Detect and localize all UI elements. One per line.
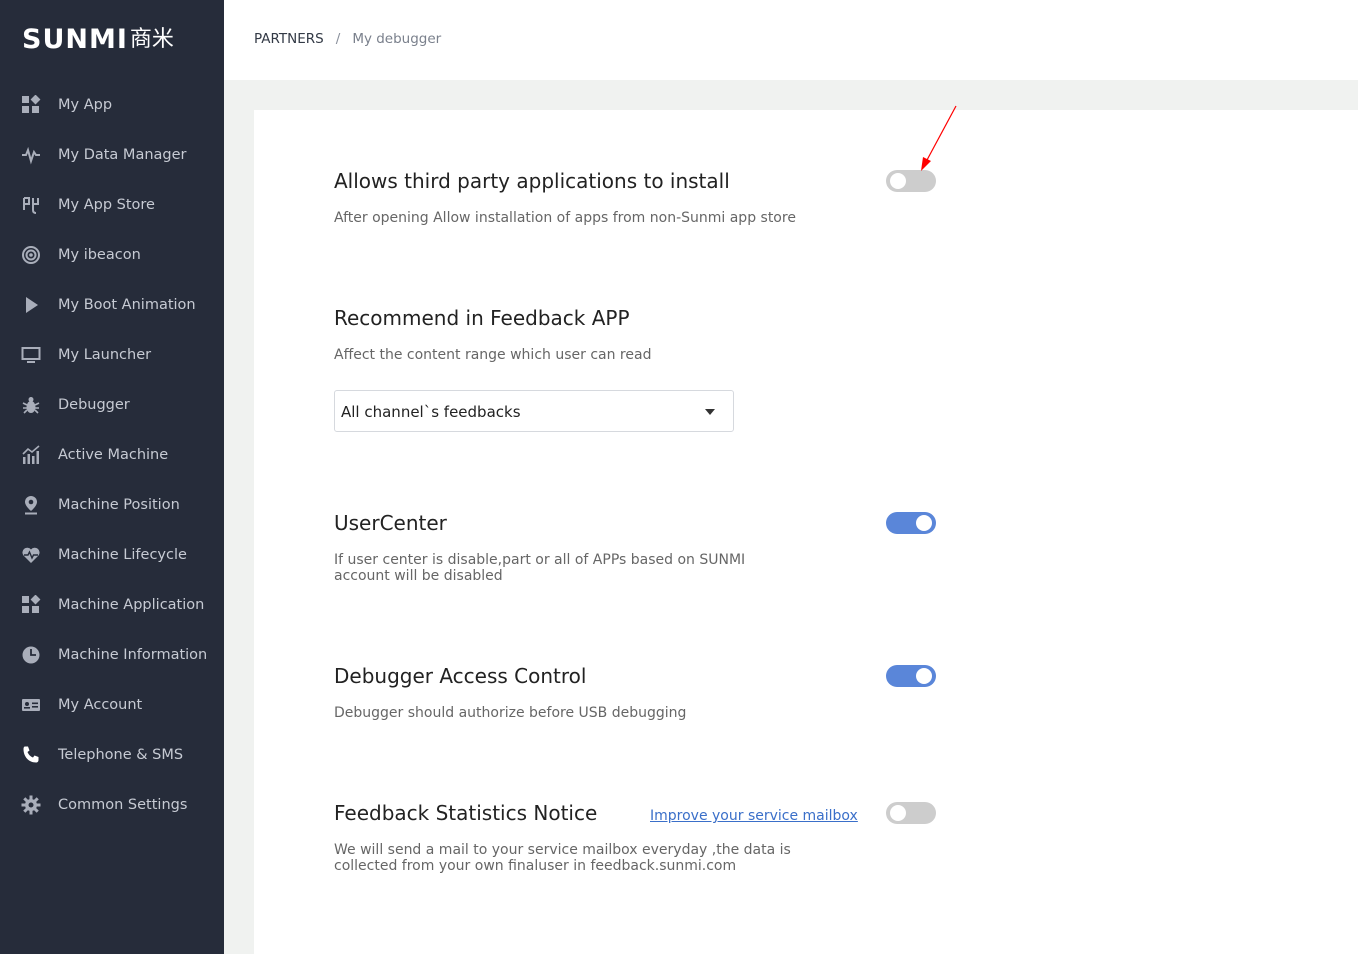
sidebar-item-my-ibeacon[interactable]: My ibeacon [0,230,224,280]
logo-text: SUNMI [22,24,128,55]
sidebar-item-label: Machine Information [58,647,208,663]
sidebar-item-my-account[interactable]: My Account [0,680,224,730]
sidebar-item-telephone-sms[interactable]: Telephone & SMS [0,730,224,780]
user-center-toggle[interactable] [886,512,936,534]
store-icon [21,195,41,215]
id-card-icon [21,695,41,715]
toggle-knob [916,668,932,684]
feedback-range-selected-value: All channel`s feedbacks [341,403,521,421]
chevron-down-icon [705,409,715,415]
feedback-statistics-title: Feedback Statistics Notice [334,801,598,825]
sidebar-item-machine-application[interactable]: Machine Application [0,580,224,630]
debugger-access-title: Debugger Access Control [334,664,587,688]
logo-chinese-text: 商米 [129,27,174,52]
location-pin-icon [21,495,41,515]
sidebar-item-label: My Boot Animation [58,297,196,313]
pie-icon [21,645,41,665]
feedback-recommend-title: Recommend in Feedback APP [334,306,630,330]
third-party-install-title: Allows third party applications to insta… [334,169,730,193]
sidebar-item-my-launcher[interactable]: My Launcher [0,330,224,380]
gear-icon [21,795,41,815]
pulse-icon [21,145,41,165]
sidebar-item-common-settings[interactable]: Common Settings [0,780,224,830]
sidebar-item-my-data-manager[interactable]: My Data Manager [0,130,224,180]
beacon-icon [21,245,41,265]
sidebar-item-debugger[interactable]: Debugger [0,380,224,430]
play-icon [21,295,41,315]
sidebar-item-label: Machine Lifecycle [58,547,187,563]
sidebar: SUNMI 商米 My App My Data Manager My App S… [0,0,224,954]
sidebar-item-machine-lifecycle[interactable]: Machine Lifecycle [0,530,224,580]
sidebar-item-label: My Account [58,697,143,713]
sidebar-item-my-app[interactable]: My App [0,80,224,130]
breadcrumb: PARTNERS / My debugger [254,31,441,47]
breadcrumb-current: My debugger [352,31,442,47]
toggle-knob [890,805,906,821]
feedback-statistics-toggle[interactable] [886,802,936,824]
sidebar-item-active-machine[interactable]: Active Machine [0,430,224,480]
monitor-icon [21,345,41,365]
grid-icon [21,595,41,615]
third-party-install-toggle[interactable] [886,170,936,192]
sidebar-item-label: Debugger [58,397,130,413]
feedback-range-select[interactable]: All channel`s feedbacks [334,390,734,432]
sidebar-item-machine-information[interactable]: Machine Information [0,630,224,680]
sidebar-nav: My App My Data Manager My App Store My i… [0,80,224,830]
improve-mailbox-link[interactable]: Improve your service mailbox [650,808,858,824]
sidebar-item-label: Common Settings [58,797,188,813]
breadcrumb-separator: / [335,31,341,47]
toggle-knob [890,173,906,189]
sidebar-item-my-boot-animation[interactable]: My Boot Animation [0,280,224,330]
debugger-access-toggle[interactable] [886,665,936,687]
sidebar-item-label: Active Machine [58,447,169,463]
sidebar-item-label: My App [58,97,113,113]
sidebar-item-label: Telephone & SMS [58,747,184,763]
bar-chart-icon [21,445,41,465]
top-bar: PARTNERS / My debugger [224,0,1358,80]
user-center-description: If user center is disable,part or all of… [334,552,746,584]
sunmi-logo[interactable]: SUNMI 商米 [22,26,174,54]
grid-icon [21,95,41,115]
sidebar-item-my-app-store[interactable]: My App Store [0,180,224,230]
sidebar-item-machine-position[interactable]: Machine Position [0,480,224,530]
heart-pulse-icon [21,545,41,565]
bug-icon [21,395,41,415]
third-party-install-description: After opening Allow installation of apps… [334,210,796,226]
toggle-knob [916,515,932,531]
sidebar-item-label: My App Store [58,197,155,213]
breadcrumb-root[interactable]: PARTNERS [254,31,324,47]
sidebar-item-label: My Launcher [58,347,152,363]
user-center-title: UserCenter [334,511,447,535]
phone-icon [21,745,41,765]
sidebar-item-label: Machine Application [58,597,205,613]
sidebar-item-label: My Data Manager [58,147,187,163]
sidebar-item-label: My ibeacon [58,247,141,263]
debugger-access-description: Debugger should authorize before USB deb… [334,705,687,721]
settings-panel: Allows third party applications to insta… [254,110,1358,954]
feedback-statistics-description: We will send a mail to your service mail… [334,842,791,874]
feedback-recommend-description: Affect the content range which user can … [334,347,652,363]
sidebar-item-label: Machine Position [58,497,180,513]
